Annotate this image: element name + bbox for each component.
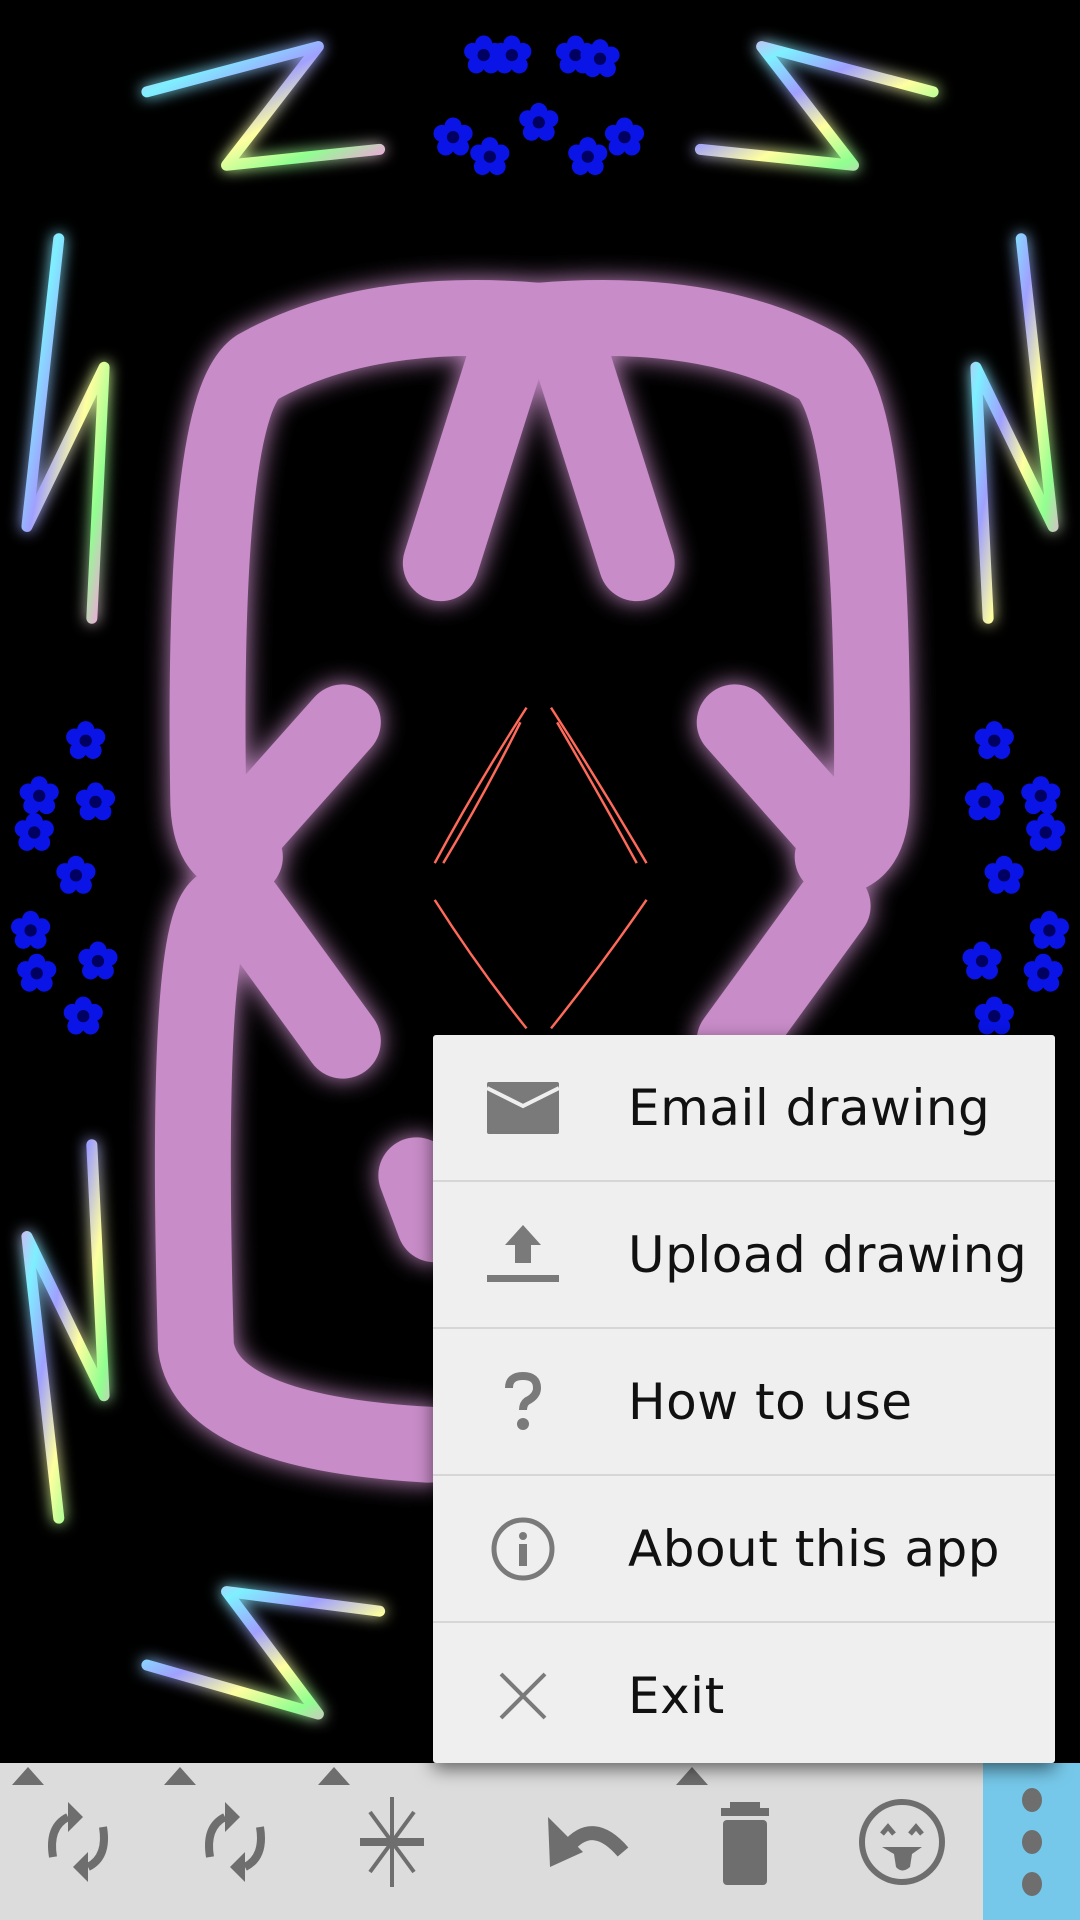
menu-item-exit[interactable]: Exit <box>433 1623 1055 1768</box>
info-icon <box>483 1509 563 1589</box>
bottom-toolbar <box>0 1763 1080 1920</box>
trash-icon <box>721 1801 769 1885</box>
email-icon <box>483 1068 563 1148</box>
red-diamond-lines <box>433 706 648 1030</box>
overflow-menu-icon <box>1021 1871 1042 1896</box>
overflow-menu-button[interactable] <box>983 1763 1080 1920</box>
rotate-icon <box>205 1801 265 1882</box>
rotate-button-1[interactable] <box>3 1763 153 1920</box>
stamp-button[interactable] <box>827 1763 977 1920</box>
menu-item-label: Upload drawing <box>628 1225 1028 1284</box>
close-icon <box>483 1656 563 1736</box>
help-icon <box>483 1362 563 1442</box>
overflow-menu-icon <box>1021 1829 1042 1854</box>
undo-button[interactable] <box>513 1763 663 1920</box>
symmetry-icon <box>360 1796 424 1887</box>
menu-item-label: How to use <box>628 1372 913 1431</box>
undo-icon <box>548 1816 629 1867</box>
rotate-button-2[interactable] <box>160 1763 310 1920</box>
rotate-icon <box>48 1801 108 1882</box>
overflow-menu-icon <box>1021 1787 1042 1812</box>
symmetry-button[interactable] <box>317 1763 467 1920</box>
blue-flowers <box>11 35 1069 1035</box>
menu-item-how-to-use[interactable]: How to use <box>433 1329 1055 1476</box>
upload-icon <box>483 1215 563 1295</box>
menu-item-email-drawing[interactable]: Email drawing <box>433 1035 1055 1182</box>
emoji-icon <box>859 1798 945 1885</box>
menu-item-upload-drawing[interactable]: Upload drawing <box>433 1182 1055 1329</box>
menu-item-label: Email drawing <box>628 1078 991 1137</box>
menu-item-label: Exit <box>628 1666 725 1725</box>
menu-item-label: About this app <box>628 1519 1000 1578</box>
clear-button[interactable] <box>670 1763 820 1920</box>
menu-item-about-this-app[interactable]: About this app <box>433 1476 1055 1623</box>
overflow-menu: Email drawing Upload drawing How to use … <box>433 1035 1055 1763</box>
